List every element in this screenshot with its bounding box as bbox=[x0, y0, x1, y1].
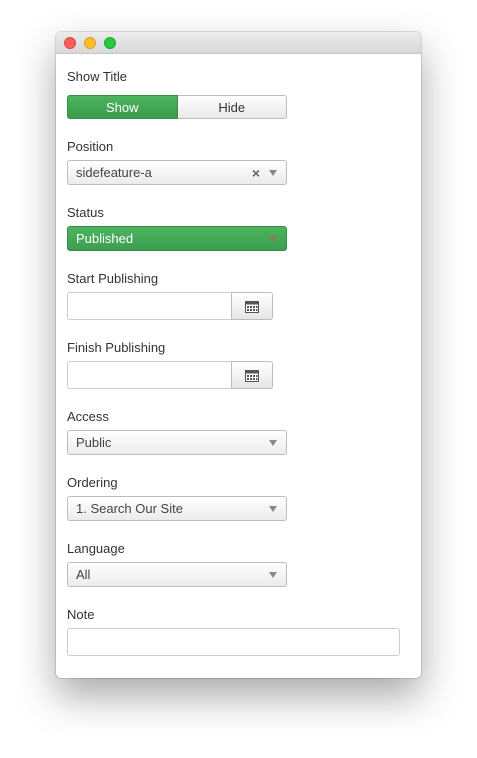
start-publishing-calendar-button[interactable] bbox=[231, 292, 273, 320]
close-window-button[interactable] bbox=[64, 37, 76, 49]
status-select[interactable]: Published bbox=[67, 226, 287, 251]
position-select[interactable]: sidefeature-a × bbox=[67, 160, 287, 185]
access-value: Public bbox=[76, 435, 112, 450]
chevron-down-icon bbox=[269, 440, 277, 446]
language-select[interactable]: All bbox=[67, 562, 287, 587]
ordering-value: 1. Search Our Site bbox=[76, 501, 183, 516]
chevron-down-icon bbox=[269, 572, 277, 578]
finish-publishing-field bbox=[67, 361, 273, 389]
maximize-window-button[interactable] bbox=[104, 37, 116, 49]
position-label: Position bbox=[67, 139, 114, 154]
show-title-toggle: Show Hide bbox=[67, 95, 287, 119]
window-titlebar bbox=[56, 32, 421, 54]
language-label: Language bbox=[67, 541, 125, 556]
chevron-down-icon bbox=[269, 236, 277, 242]
access-select[interactable]: Public bbox=[67, 430, 287, 455]
note-input[interactable] bbox=[67, 628, 400, 656]
start-publishing-field bbox=[67, 292, 273, 320]
chevron-down-icon bbox=[269, 506, 277, 512]
finish-publishing-calendar-button[interactable] bbox=[231, 361, 273, 389]
calendar-icon bbox=[245, 300, 259, 313]
ordering-label: Ordering bbox=[67, 475, 118, 490]
language-value: All bbox=[76, 567, 91, 582]
minimize-window-button[interactable] bbox=[84, 37, 96, 49]
show-button[interactable]: Show bbox=[67, 95, 178, 119]
access-label: Access bbox=[67, 409, 109, 424]
ordering-select[interactable]: 1. Search Our Site bbox=[67, 496, 287, 521]
start-publishing-label: Start Publishing bbox=[67, 271, 159, 286]
note-label: Note bbox=[67, 607, 95, 622]
hide-button[interactable]: Hide bbox=[177, 95, 287, 119]
status-label: Status bbox=[67, 205, 104, 220]
show-title-label: Show Title bbox=[67, 69, 127, 84]
chevron-down-icon bbox=[269, 170, 277, 176]
module-options-window: Show Title Show Hide Position sidefeatur… bbox=[56, 32, 421, 678]
finish-publishing-input[interactable] bbox=[67, 361, 231, 389]
close-icon[interactable]: × bbox=[252, 165, 260, 181]
status-value: Published bbox=[76, 231, 134, 246]
finish-publishing-label: Finish Publishing bbox=[67, 340, 166, 355]
start-publishing-input[interactable] bbox=[67, 292, 231, 320]
form-panel: Show Title Show Hide Position sidefeatur… bbox=[67, 54, 421, 678]
calendar-icon bbox=[245, 369, 259, 382]
position-value: sidefeature-a bbox=[76, 165, 152, 180]
